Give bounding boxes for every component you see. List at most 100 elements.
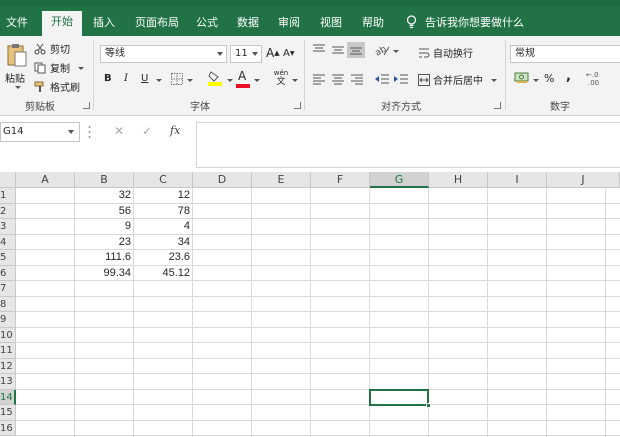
comma-button[interactable]: , [566,69,571,84]
phonetic-guide-button[interactable]: wén 文 [272,69,290,87]
increase-decimal-icon[interactable]: ←.0 .00 [585,69,605,87]
accounting-dropdown-icon[interactable] [533,79,539,82]
accounting-format-icon[interactable] [514,71,530,85]
column-header-c[interactable]: C [134,172,193,188]
number-format-combo[interactable]: 常规 [510,45,620,63]
tab-formulas[interactable]: 公式 [190,12,224,36]
copy-button[interactable]: 复制 [34,60,84,75]
column-header-i[interactable]: I [488,172,547,188]
cell-c1[interactable]: 12 [134,188,193,204]
font-color-button[interactable]: A [238,69,246,83]
alignment-launcher-icon[interactable] [494,102,501,109]
row-header-13[interactable]: 13 [0,374,16,390]
row-header-15[interactable]: 15 [0,405,16,421]
selected-cell-g14[interactable] [369,388,431,408]
row-header-4[interactable]: 4 [0,234,16,250]
paste-button[interactable]: 粘贴 [4,40,30,92]
row-header-12[interactable]: 12 [0,358,16,374]
underline-button[interactable]: U [141,73,148,84]
column-header-e[interactable]: E [252,172,311,188]
borders-icon[interactable] [171,73,183,85]
tell-me-search[interactable]: 告诉我你想要做什么 [406,12,524,34]
row-header-10[interactable]: 10 [0,327,16,343]
column-header-a[interactable]: A [16,172,75,188]
formula-input[interactable] [196,122,620,168]
tab-page-layout[interactable]: 页面布局 [128,12,186,36]
grow-font-button[interactable]: A ▲ [266,46,280,60]
tab-help[interactable]: 帮助 [356,12,390,36]
align-center-icon[interactable] [331,73,345,85]
column-header-f[interactable]: F [311,172,370,188]
cell-c3[interactable]: 4 [134,219,193,235]
merge-center-button[interactable]: 合并后居中 [418,72,497,87]
row-header-8[interactable]: 8 [0,296,16,312]
row-header-6[interactable]: 6 [0,265,16,281]
orientation-dropdown-icon[interactable] [393,50,399,53]
cell-c5[interactable]: 23.6 [134,250,193,266]
phonetic-dropdown-icon[interactable] [292,79,298,82]
align-right-icon[interactable] [350,73,364,85]
cell-c6[interactable]: 45.12 [134,266,193,282]
tab-view[interactable]: 视图 [314,12,348,36]
fill-handle[interactable] [426,403,431,408]
column-header-g[interactable]: G [370,172,429,188]
row-header-2[interactable]: 2 [0,203,16,219]
cell-b2[interactable]: 56 [75,204,134,220]
shrink-font-button[interactable]: A ▼ [283,48,294,59]
row-header-11[interactable]: 11 [0,343,16,359]
wrap-text-button[interactable]: 自动换行 [418,45,473,60]
bold-button[interactable]: B [104,73,112,84]
align-top-icon[interactable] [312,44,326,56]
cell-b6[interactable]: 99.34 [75,266,134,282]
fill-color-icon[interactable] [208,70,222,86]
tab-file[interactable]: 文件 [0,12,34,36]
enter-icon[interactable]: ✓ [142,124,152,138]
row-header-16[interactable]: 16 [0,420,16,436]
row-header-14[interactable]: 14 [0,389,16,405]
name-box[interactable]: G14 [0,122,80,142]
tab-data[interactable]: 数据 [231,12,265,36]
row-header-7[interactable]: 7 [0,281,16,297]
orientation-icon[interactable]: ab [374,43,390,57]
column-header-h[interactable]: H [429,172,488,188]
tab-home[interactable]: 开始 [42,11,82,36]
select-all-corner[interactable] [0,172,16,188]
cell-b5[interactable]: 111.6 [75,250,134,266]
row-header-9[interactable]: 9 [0,312,16,328]
cell-b4[interactable]: 23 [75,235,134,251]
cell-c2[interactable]: 78 [134,204,193,220]
align-middle-icon[interactable] [331,44,345,56]
font-color-dropdown-icon[interactable] [254,79,260,82]
column-header-b[interactable]: B [75,172,134,188]
font-color-bar [236,84,250,88]
tab-review[interactable]: 审阅 [272,12,306,36]
fill-color-dropdown-icon[interactable] [227,79,233,82]
row-header-5[interactable]: 5 [0,250,16,266]
percent-button[interactable]: % [544,72,554,85]
align-bottom-button[interactable] [347,42,365,58]
column-header-j[interactable]: J [547,172,620,188]
row-header-1[interactable]: 1 [0,188,16,204]
align-left-icon[interactable] [312,73,326,85]
cell-b1[interactable]: 32 [75,188,134,204]
worksheet-grid[interactable]: ABCDEFGHIJ 1 2 3 4 5 6 7 8 9 10 11 12 13 14 15 16 32 56 9… [0,172,620,437]
increase-indent-icon[interactable] [393,73,409,85]
cell-c4[interactable]: 34 [134,235,193,251]
format-painter-button[interactable]: 格式刷 [34,79,80,94]
font-name-combo[interactable]: 等线 [100,45,227,63]
cancel-icon[interactable]: ✕ [114,124,124,138]
borders-dropdown-icon[interactable] [187,79,193,82]
formula-bar-grip-icon[interactable] [88,125,91,139]
cut-button[interactable]: 剪切 [34,41,70,56]
cell-b3[interactable]: 9 [75,219,134,235]
italic-button[interactable]: I [124,73,128,84]
clipboard-launcher-icon[interactable] [83,102,90,109]
underline-dropdown-icon[interactable] [156,79,162,82]
tab-insert[interactable]: 插入 [86,12,122,36]
insert-function-icon[interactable]: fx [170,124,180,137]
decrease-indent-icon[interactable] [374,73,390,85]
column-header-d[interactable]: D [193,172,252,188]
row-header-3[interactable]: 3 [0,219,16,235]
font-launcher-icon[interactable] [294,102,301,109]
font-size-combo[interactable]: 11 [230,45,262,63]
